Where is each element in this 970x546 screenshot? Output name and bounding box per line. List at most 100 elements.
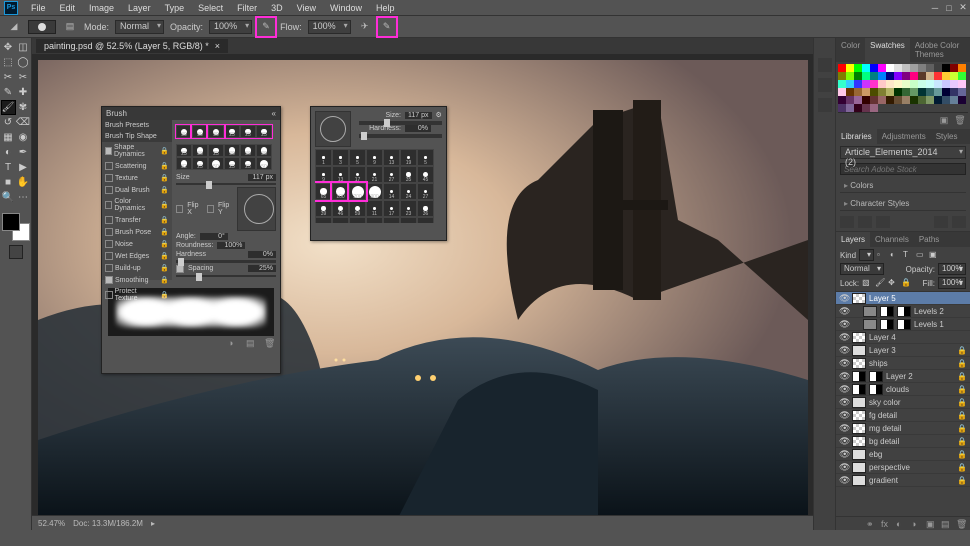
visibility-icon[interactable]: 👁 bbox=[839, 332, 849, 343]
swatch[interactable] bbox=[926, 88, 934, 96]
brush-preset-tip[interactable]: 21 bbox=[366, 166, 383, 183]
layer-row[interactable]: 👁bg detail🔒 bbox=[836, 435, 970, 448]
swatch[interactable] bbox=[918, 96, 926, 104]
swatch[interactable] bbox=[942, 88, 950, 96]
swatch[interactable] bbox=[934, 88, 942, 96]
brush-preset-grid[interactable]: 1359131959131721273545651002003001424273… bbox=[315, 149, 443, 223]
close-tab-icon[interactable]: × bbox=[215, 41, 220, 51]
swatch[interactable] bbox=[870, 64, 878, 72]
swatch[interactable] bbox=[854, 104, 862, 112]
swatch[interactable] bbox=[878, 96, 886, 104]
flip-x-checkbox[interactable] bbox=[176, 205, 183, 213]
brush-option-color-dynamics[interactable]: Color Dynamics🔒 bbox=[102, 196, 172, 214]
brush-tip[interactable]: 50 bbox=[256, 157, 272, 170]
swatch[interactable] bbox=[934, 64, 942, 72]
kind-dropdown[interactable] bbox=[859, 249, 874, 261]
swatch[interactable] bbox=[854, 80, 862, 88]
visibility-icon[interactable]: 👁 bbox=[839, 384, 849, 395]
swatch[interactable] bbox=[838, 80, 846, 88]
swatch[interactable] bbox=[846, 104, 854, 112]
swatch[interactable] bbox=[942, 80, 950, 88]
brush-preset-popup[interactable]: Size:117 px⚙ Hardness:0% 135913195913172… bbox=[310, 106, 447, 241]
blur-tool-icon[interactable]: ◉ bbox=[16, 130, 31, 145]
brush-panel-toggle-icon[interactable]: ▤ bbox=[62, 19, 78, 35]
brush-preset-tip[interactable]: 5 bbox=[417, 149, 434, 166]
adjustments-tab[interactable]: Adjustments bbox=[877, 129, 931, 144]
flow-dropdown[interactable]: 100% bbox=[308, 20, 351, 34]
menu-select[interactable]: Select bbox=[191, 3, 230, 13]
delete-brush-icon[interactable]: 🗑 bbox=[264, 338, 276, 348]
blend-mode-dropdown[interactable]: Normal bbox=[840, 263, 884, 275]
lasso-tool-icon[interactable]: ◯ bbox=[16, 55, 31, 70]
move-tool-icon[interactable]: ✥ bbox=[1, 40, 16, 55]
layer-row[interactable]: 👁Levels 2 bbox=[836, 305, 970, 318]
brush-preset-tip[interactable]: 27 bbox=[383, 166, 400, 183]
swatch[interactable] bbox=[902, 96, 910, 104]
brush-preset-tip[interactable]: 100 bbox=[332, 183, 349, 200]
brush-tip-grid-b[interactable]: 253625363636322550252550 bbox=[176, 144, 272, 170]
opacity-dropdown[interactable]: 100% bbox=[209, 20, 252, 34]
eraser-tool-icon[interactable]: ⌫ bbox=[16, 115, 31, 130]
swatch[interactable] bbox=[862, 88, 870, 96]
healing-tool-icon[interactable]: ✚ bbox=[16, 85, 31, 100]
angle-value[interactable]: 0° bbox=[200, 233, 228, 240]
swatch[interactable] bbox=[950, 64, 958, 72]
layer-row[interactable]: 👁Layer 4 bbox=[836, 331, 970, 344]
brush-preset-tip[interactable]: 19 bbox=[400, 149, 417, 166]
brush-preset-tip[interactable]: 35 bbox=[400, 166, 417, 183]
brush-preset-tip[interactable]: 46 bbox=[332, 200, 349, 217]
size-slider[interactable] bbox=[176, 183, 276, 185]
swatch[interactable] bbox=[838, 64, 846, 72]
menu-file[interactable]: File bbox=[24, 3, 53, 13]
menu-window[interactable]: Window bbox=[323, 3, 369, 13]
pressure-opacity-icon[interactable]: ✎ bbox=[258, 19, 274, 35]
layer-opacity-dropdown[interactable]: 100% bbox=[938, 263, 966, 275]
pen-tool-icon[interactable]: ✒ bbox=[16, 145, 31, 160]
brush-option-scattering[interactable]: Scattering🔒 bbox=[102, 160, 172, 172]
brush-tip[interactable]: 25 bbox=[192, 157, 208, 170]
quick-select-tool-icon[interactable]: ✂ bbox=[1, 70, 16, 85]
brush-tip[interactable]: 25 bbox=[240, 157, 256, 170]
adobe-color-tab[interactable]: Adobe Color Themes bbox=[910, 38, 970, 62]
qb-size-slider[interactable] bbox=[359, 121, 442, 125]
swatch[interactable] bbox=[894, 96, 902, 104]
brush-preset-tip[interactable]: 59 bbox=[349, 200, 366, 217]
link-layers-icon[interactable]: ⚭ bbox=[866, 519, 876, 529]
roundness-value[interactable]: 100% bbox=[217, 242, 245, 249]
mode-dropdown[interactable]: Normal bbox=[115, 20, 164, 34]
lock-pos-icon[interactable]: ✥ bbox=[888, 278, 898, 288]
brush-preset-tip[interactable]: 13 bbox=[332, 166, 349, 183]
brush-option-shape-dynamics[interactable]: Shape Dynamics🔒 bbox=[102, 142, 172, 160]
swatch[interactable] bbox=[894, 72, 902, 80]
character-styles-group[interactable]: Character Styles bbox=[840, 197, 966, 211]
visibility-icon[interactable]: 👁 bbox=[839, 345, 849, 356]
swatch[interactable] bbox=[942, 72, 950, 80]
lib-icon-3[interactable] bbox=[876, 216, 890, 228]
actions-panel-icon[interactable] bbox=[818, 78, 832, 92]
brush-tip[interactable]: 36 bbox=[224, 144, 240, 157]
delete-layer-icon[interactable]: 🗑 bbox=[956, 519, 966, 529]
color-tab[interactable]: Color bbox=[836, 38, 865, 62]
swatch[interactable] bbox=[838, 88, 846, 96]
layer-row[interactable]: 👁ships🔒 bbox=[836, 357, 970, 370]
hardness-slider[interactable] bbox=[176, 260, 276, 262]
swatch[interactable] bbox=[918, 64, 926, 72]
filter-smart-icon[interactable]: ▣ bbox=[929, 250, 939, 260]
layer-row[interactable]: 👁perspective🔒 bbox=[836, 461, 970, 474]
paths-tab[interactable]: Paths bbox=[914, 232, 944, 247]
path-select-tool-icon[interactable]: ▶ bbox=[16, 160, 31, 175]
new-swatch-icon[interactable]: ▣ bbox=[938, 115, 950, 125]
visibility-icon[interactable]: 👁 bbox=[839, 371, 849, 382]
menu-type[interactable]: Type bbox=[158, 3, 192, 13]
document-tab[interactable]: painting.psd @ 52.5% (Layer 5, RGB/8) * … bbox=[36, 39, 228, 53]
swatch[interactable] bbox=[862, 96, 870, 104]
tool-preset-icon[interactable]: ◢ bbox=[6, 19, 22, 35]
brush-preset-tip[interactable]: 36 bbox=[417, 200, 434, 217]
brush-preset-tip[interactable]: 9 bbox=[366, 149, 383, 166]
menu-image[interactable]: Image bbox=[82, 3, 121, 13]
visibility-icon[interactable]: 👁 bbox=[839, 475, 849, 486]
brush-option-build-up[interactable]: Build-up🔒 bbox=[102, 262, 172, 274]
angle-roundness-editor[interactable] bbox=[237, 187, 276, 231]
swatch[interactable] bbox=[854, 72, 862, 80]
group-icon[interactable]: ▣ bbox=[926, 519, 936, 529]
